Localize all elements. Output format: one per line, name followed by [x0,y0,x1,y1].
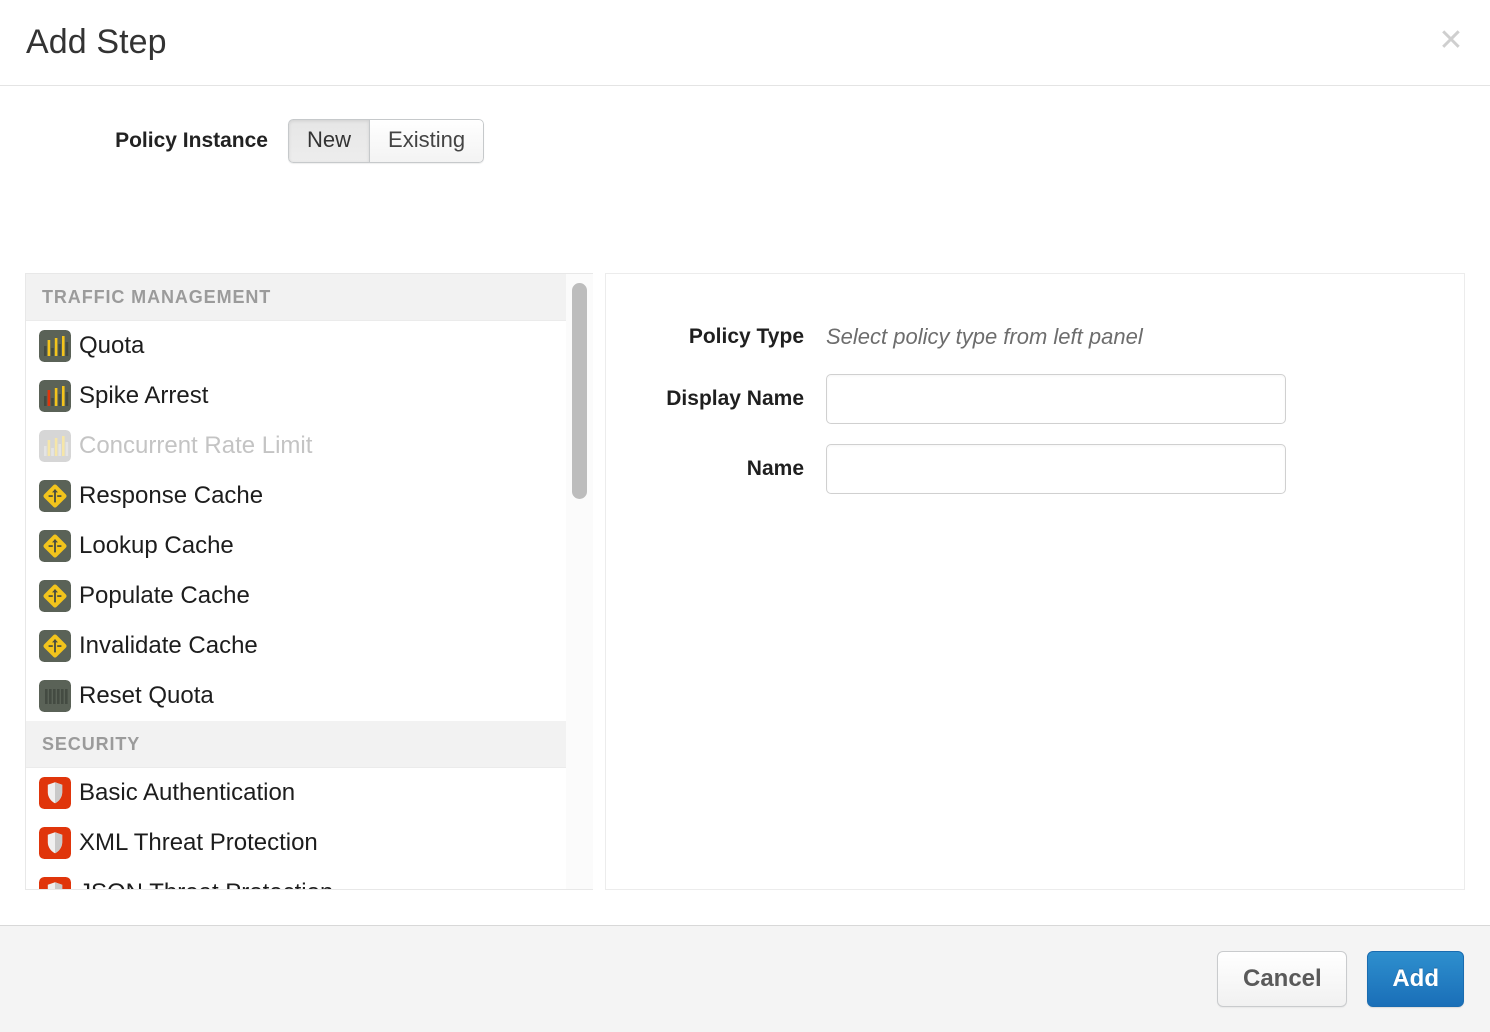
policy-list-item[interactable]: Quota [26,321,566,371]
policy-list-item[interactable]: Basic Authentication [26,768,566,818]
dialog-footer: Cancel Add [0,925,1490,1032]
invalidate-cache-diamond-icon [39,630,71,662]
policy-list-item-label: Concurrent Rate Limit [79,431,312,461]
policy-list-item-label: Quota [79,331,144,361]
policy-list-item[interactable]: Populate Cache [26,571,566,621]
policy-list-item[interactable]: Invalidate Cache [26,621,566,671]
policy-list-item[interactable]: Spike Arrest [26,371,566,421]
lookup-cache-diamond-icon [39,530,71,562]
policy-section-header: TRAFFIC MANAGEMENT [26,274,566,321]
policy-detail-pane: Policy Type Select policy type from left… [605,273,1465,890]
add-button[interactable]: Add [1367,951,1464,1007]
policy-list-item[interactable]: Lookup Cache [26,521,566,571]
reset-quota-bars-icon [39,680,71,712]
policy-list-scrollbar[interactable] [566,273,593,890]
policy-form: Policy Type Select policy type from left… [606,274,1464,494]
shield-icon [39,827,71,859]
policy-list-item-label: Populate Cache [79,581,250,611]
policy-list-item-label: Invalidate Cache [79,631,258,661]
policy-list-item: Concurrent Rate Limit [26,421,566,471]
policy-list-item-label: Lookup Cache [79,531,234,561]
scrollbar-thumb[interactable] [572,283,587,499]
display-name-label: Display Name [606,387,826,411]
policy-list[interactable]: TRAFFIC MANAGEMENT Quota Spike Arrest Concu… [26,274,566,889]
policy-type-value: Select policy type from left panel [826,322,1143,352]
policy-list-item[interactable]: XML Threat Protection [26,818,566,868]
policy-instance-toggle-group: New Existing [288,119,484,163]
policy-list-item-label: Reset Quota [79,681,214,711]
policy-instance-label: Policy Instance [0,129,268,153]
policy-instance-row: Policy Instance New Existing [0,119,484,163]
policy-type-row: Policy Type Select policy type from left… [606,322,1464,352]
populate-cache-diamond-icon [39,580,71,612]
add-step-dialog: Add Step ✕ Policy Instance New Existing … [0,0,1490,1032]
spike-arrest-bars-icon [39,380,71,412]
policy-list-item-label: Spike Arrest [79,381,208,411]
name-row: Name [606,444,1464,494]
policy-list-item[interactable]: JSON Threat Protection [26,868,566,889]
policy-type-label: Policy Type [606,325,826,349]
concurrent-rate-limit-bars-icon [39,430,71,462]
policy-list-item-label: XML Threat Protection [79,828,318,858]
policy-list-item-label: Basic Authentication [79,778,295,808]
dialog-header: Add Step ✕ [0,0,1490,86]
panes-container: TRAFFIC MANAGEMENT Quota Spike Arrest Concu… [25,273,1465,890]
policy-instance-existing-button[interactable]: Existing [369,119,484,163]
display-name-row: Display Name [606,374,1464,424]
shield-icon [39,877,71,889]
name-label: Name [606,457,826,481]
policy-list-pane: TRAFFIC MANAGEMENT Quota Spike Arrest Concu… [25,273,566,890]
cancel-button[interactable]: Cancel [1217,951,1347,1007]
policy-list-item[interactable]: Reset Quota [26,671,566,721]
policy-list-item[interactable]: Response Cache [26,471,566,521]
name-input[interactable] [826,444,1286,494]
response-cache-diamond-icon [39,480,71,512]
policy-list-item-label: Response Cache [79,481,263,511]
quota-bars-icon [39,330,71,362]
close-icon[interactable]: ✕ [1436,26,1466,56]
shield-icon [39,777,71,809]
policy-section-header: SECURITY [26,721,566,768]
display-name-input[interactable] [826,374,1286,424]
page-title: Add Step [26,20,167,64]
policy-list-item-label: JSON Threat Protection [79,878,333,889]
dialog-body: Policy Instance New Existing TRAFFIC MAN… [0,86,1490,925]
policy-instance-new-button[interactable]: New [288,119,369,163]
